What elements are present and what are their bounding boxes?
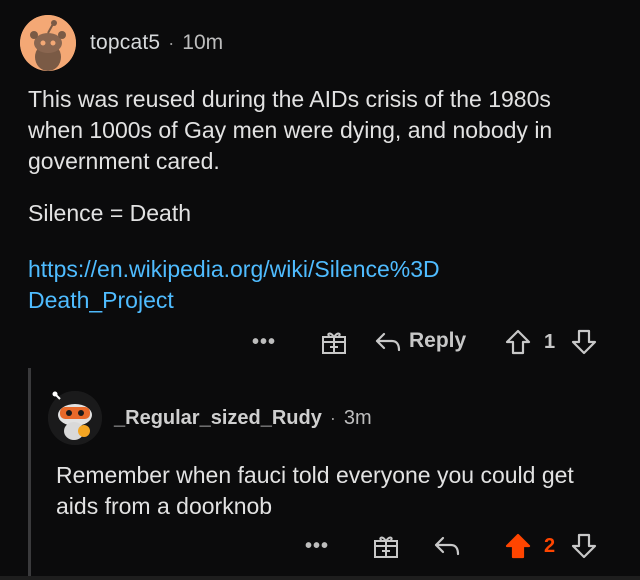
downvote-arrow-icon[interactable]	[571, 328, 597, 356]
vote-count: 2	[544, 535, 556, 557]
divider	[0, 576, 640, 580]
more-options-button[interactable]: •••	[305, 536, 329, 556]
comment-timestamp: 10m	[182, 31, 224, 54]
comment-link[interactable]: https://en.wikipedia.org/wiki/Silence%3D…	[28, 254, 448, 316]
comment-thread: topcat5 · 10m This was reused during the…	[0, 0, 640, 580]
comment-actions: ••• 2	[0, 530, 640, 562]
separator-dot: ·	[329, 407, 336, 428]
comment-header: topcat5 · 10m	[20, 14, 223, 72]
comment-text: This was reused during the AIDs crisis o…	[28, 86, 553, 174]
upvote-arrow-icon[interactable]	[505, 328, 531, 356]
upvote-arrow-icon[interactable]	[505, 532, 531, 560]
reply-button[interactable]: Reply	[409, 329, 466, 353]
downvote-arrow-icon[interactable]	[571, 532, 597, 560]
separator-dot: ·	[168, 32, 175, 53]
comment-timestamp: 3m	[343, 406, 372, 429]
snoo-avatar-icon	[48, 391, 102, 445]
reply-arrow-icon[interactable]	[433, 534, 461, 558]
comment-actions: ••• Reply 1	[0, 326, 640, 358]
more-options-button[interactable]: •••	[252, 332, 276, 352]
gift-icon[interactable]	[372, 532, 400, 560]
avatar[interactable]	[20, 15, 76, 71]
reply-arrow-icon[interactable]	[374, 330, 402, 354]
comment-text-line: Silence = Death	[28, 200, 192, 226]
comment-author[interactable]: topcat5	[90, 31, 160, 55]
vote-count: 1	[544, 331, 556, 353]
comment-author[interactable]: _Regular_sized_Rudy	[114, 407, 322, 430]
gift-icon[interactable]	[320, 328, 348, 356]
comment-body: Remember when fauci told everyone you co…	[56, 460, 616, 522]
avatar[interactable]	[48, 391, 102, 445]
comment-header: _Regular_sized_Rudy · 3m	[48, 388, 372, 448]
comment-text: Remember when fauci told everyone you co…	[56, 462, 574, 519]
snoo-avatar-icon	[20, 15, 76, 71]
comment-body: This was reused during the AIDs crisis o…	[28, 84, 608, 177]
